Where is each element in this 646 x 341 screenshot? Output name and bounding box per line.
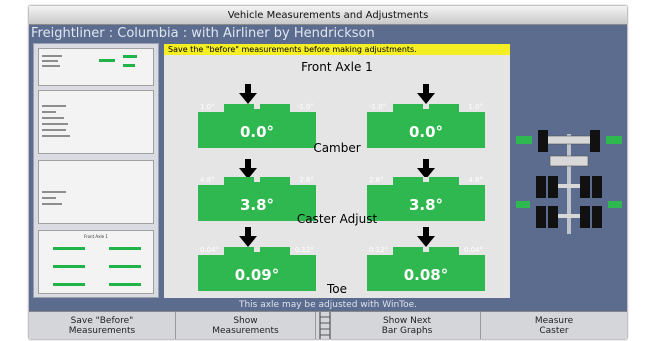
summary-line — [42, 203, 62, 205]
camber-label: Camber — [313, 141, 361, 155]
summary-box-3 — [38, 160, 154, 224]
button-label-line2: Caster — [539, 326, 569, 336]
axle-title: Front Axle 1 — [301, 60, 373, 74]
summary-line — [42, 135, 70, 137]
summary-line — [42, 65, 60, 67]
down-arrow-icon — [417, 227, 435, 247]
down-arrow-icon — [239, 84, 257, 104]
mini-gauge — [53, 283, 85, 286]
ladder-icon[interactable] — [316, 312, 334, 339]
bar-graph-area: Save the "before" measurements before ma… — [164, 44, 510, 298]
button-label-line1: Save "Before" — [70, 316, 134, 326]
summary-line — [42, 55, 62, 57]
summary-line — [42, 129, 66, 131]
show-next-bar-graphs-button[interactable]: Show Next Bar Graphs — [334, 312, 481, 339]
function-button-bar: Save "Before" Measurements Show Measurem… — [29, 311, 627, 339]
button-label-line2: Bar Graphs — [381, 326, 433, 336]
button-label-line1: Show — [233, 316, 258, 326]
measurement-summary-panel: Front Axle 1 — [33, 43, 159, 298]
gauge-notch — [423, 104, 429, 109]
summary-box-1 — [38, 48, 154, 86]
down-arrow-icon — [239, 227, 257, 247]
wintoe-note: This axle may be adjusted with WinToe. — [238, 300, 418, 310]
gauge-value: 0.0° — [408, 123, 444, 141]
gauge-min: -1.0° — [369, 103, 387, 111]
instruction-banner: Save the "before" measurements before ma… — [164, 44, 510, 55]
summary-bar — [99, 59, 115, 62]
summary-line — [42, 191, 66, 193]
gauge-min: 2.8° — [369, 176, 384, 184]
gauge-max: 0.04° — [463, 246, 483, 254]
show-measurements-button[interactable]: Show Measurements — [176, 312, 316, 339]
gauge-max: 4.8° — [468, 176, 483, 184]
caster-label: Caster Adjust — [296, 212, 378, 226]
save-before-measurements-button[interactable]: Save "Before" Measurements — [29, 312, 176, 339]
vehicle-diagram-icon[interactable] — [514, 126, 624, 246]
gauge-notch — [254, 177, 260, 182]
down-arrow-icon — [239, 159, 257, 179]
button-label-line1: Show Next — [382, 316, 432, 326]
mini-gauge — [53, 265, 85, 268]
gauge-min: 0.04° — [200, 246, 220, 254]
gauge-min: 1.0° — [200, 103, 215, 111]
summary-bar — [123, 64, 135, 67]
mini-graph-box: Front Axle 1 — [38, 230, 154, 294]
summary-line — [42, 117, 64, 119]
measure-caster-button[interactable]: Measure Caster — [481, 312, 627, 339]
summary-bar — [123, 55, 137, 58]
gauge-notch — [423, 247, 429, 252]
summary-line — [42, 123, 68, 125]
gauge-min: 0.12° — [369, 246, 389, 254]
down-arrow-icon — [417, 159, 435, 179]
summary-line — [42, 197, 56, 199]
mini-gauge — [109, 283, 141, 286]
toe-label: Toe — [326, 282, 347, 296]
gauge-max: -1.0° — [296, 103, 314, 111]
measurements-window: Vehicle Measurements and Adjustments Fre… — [29, 6, 627, 339]
summary-box-2 — [38, 90, 154, 154]
gauge-min: 4.8° — [200, 176, 215, 184]
mini-axle-title: Front Axle 1 — [84, 234, 108, 239]
window-title: Vehicle Measurements and Adjustments — [29, 6, 627, 25]
summary-line — [42, 60, 58, 62]
gauge-notch — [254, 247, 260, 252]
gauge-notch — [254, 104, 260, 109]
gauge-max: 0.12° — [294, 246, 314, 254]
button-label-line1: Measure — [534, 316, 574, 326]
summary-line — [42, 105, 66, 107]
mini-gauge — [53, 247, 85, 250]
gauge-max: 1.0° — [468, 103, 483, 111]
button-label-line2: Measurements — [212, 326, 279, 336]
summary-line — [42, 111, 56, 113]
mini-gauge — [109, 265, 141, 268]
down-arrow-icon — [417, 84, 435, 104]
gauge-max: 2.8° — [299, 176, 314, 184]
gauge-value: 0.0° — [239, 123, 275, 141]
button-label-line2: Measurements — [68, 326, 136, 336]
gauge-notch — [423, 177, 429, 182]
vehicle-title: Freightliner : Columbia : with Airliner … — [31, 26, 375, 41]
mini-gauge — [109, 247, 141, 250]
